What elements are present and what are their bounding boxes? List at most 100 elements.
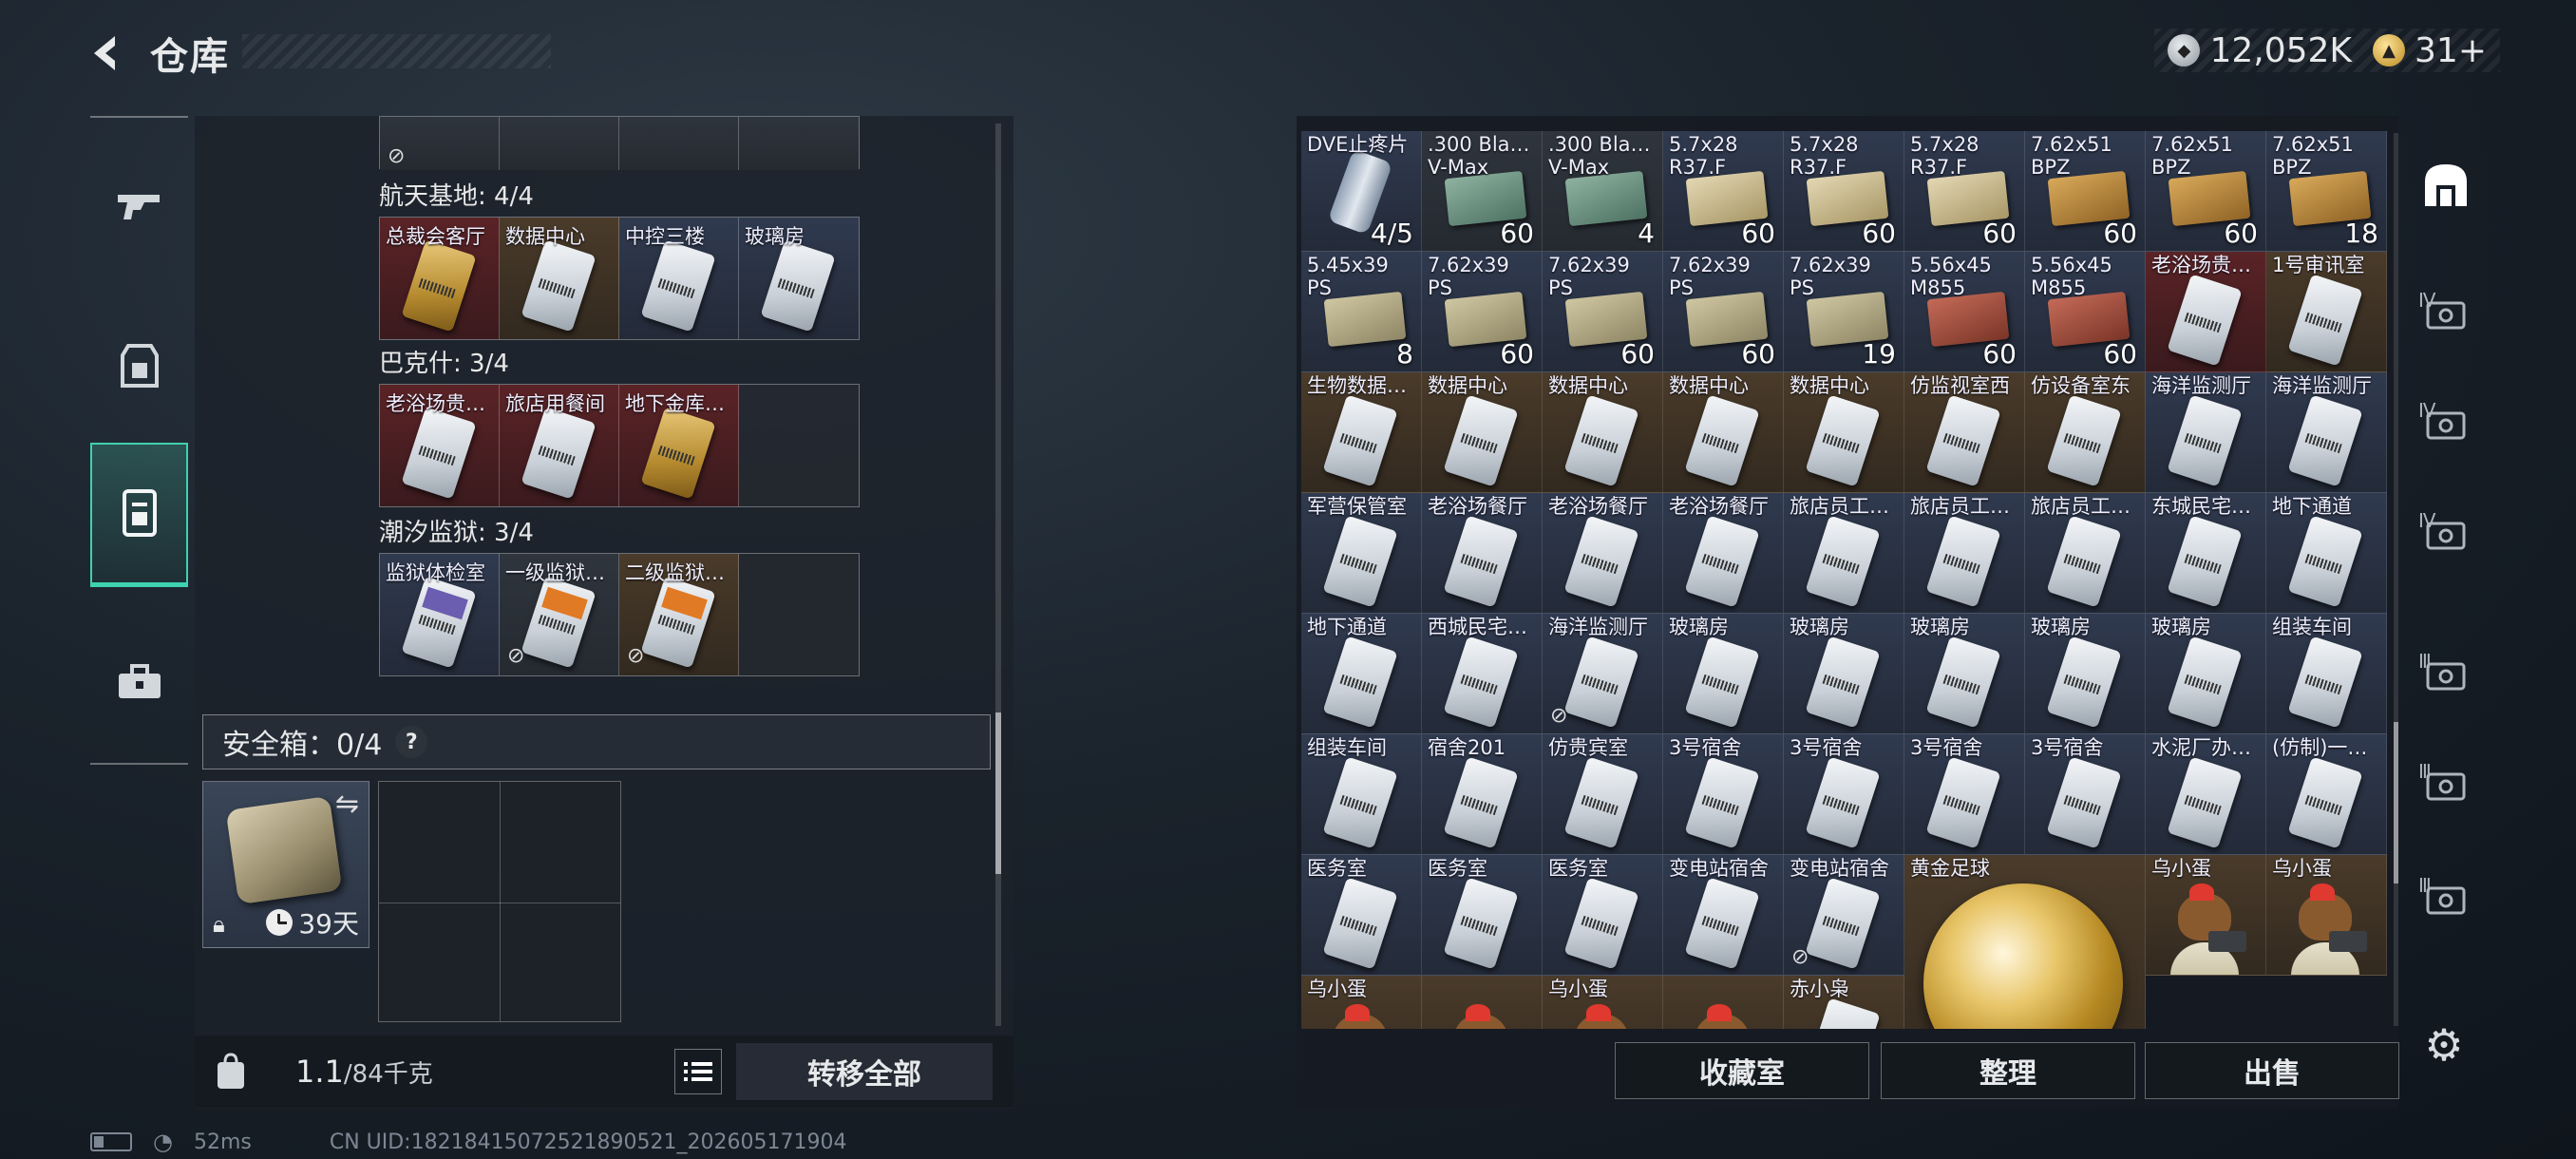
inventory-item[interactable]: 变电站宿舍 [1663, 855, 1784, 976]
inventory-item[interactable]: .300 Bla… V-Max 4 [1543, 131, 1663, 252]
inventory-item[interactable]: 乌小蛋 [2146, 855, 2266, 976]
collection-room-button[interactable]: 收藏室 [1615, 1042, 1869, 1099]
inventory-item[interactable]: DVE止疼片 4/5 [1301, 131, 1422, 252]
keycards-tab[interactable] [90, 443, 188, 587]
inventory-item[interactable]: 生物数据… [1301, 372, 1422, 493]
tier4-filter-2[interactable]: Ⅳ [2413, 393, 2479, 460]
storage-scrollbar[interactable] [995, 124, 1001, 1026]
inventory-item[interactable]: 乌小蛋 [2266, 855, 2387, 976]
inventory-item[interactable]: 5.45x39 PS 8 [1301, 252, 1422, 372]
inventory-item[interactable]: 7.62x39 PS 60 [1543, 252, 1663, 372]
inventory-item[interactable]: 5.7x28 R37.F 60 [1663, 131, 1784, 252]
inventory-item[interactable]: 玻璃房 [1663, 614, 1784, 734]
inventory-item[interactable]: 1号审讯室 [2266, 252, 2387, 372]
inventory-item[interactable]: 3号宿舍 [2025, 734, 2146, 855]
transfer-all-button[interactable]: 转移全部 [736, 1043, 993, 1100]
all-filter[interactable] [2413, 154, 2479, 220]
inventory-item[interactable]: 海洋监测厅 [2146, 372, 2266, 493]
gold-currency[interactable]: ▲ 31+ [2373, 31, 2487, 70]
keycard-slot[interactable]: 数据中心 [500, 218, 619, 339]
settings-gear-icon[interactable]: ⚙ [2417, 1018, 2471, 1072]
inventory-item[interactable]: 仿贵宾室 [1543, 734, 1663, 855]
inventory-item[interactable]: 7.62x39 PS 19 [1784, 252, 1904, 372]
inventory-item[interactable]: 医务室 [1422, 855, 1543, 976]
inventory-item[interactable]: 数据中心 [1784, 372, 1904, 493]
inventory-item[interactable]: 黄金足球 [1904, 855, 2146, 1029]
inventory-item[interactable]: 数据中心 [1663, 372, 1784, 493]
key-slot[interactable]: ⊘ [380, 117, 500, 170]
keycard-slot[interactable]: 玻璃房 [739, 218, 859, 339]
empty-slot[interactable] [739, 385, 859, 506]
inventory-item[interactable]: 乌小蛋 [1301, 976, 1422, 1029]
inventory-item[interactable]: 海洋监测厅 ⊘ [1543, 614, 1663, 734]
weapons-tab[interactable] [90, 156, 188, 260]
inventory-item[interactable]: 5.56x45 M855 60 [1904, 252, 2025, 372]
inventory-item[interactable]: 变电站宿舍 ⊘ [1784, 855, 1904, 976]
inventory-item[interactable]: 7.62x51 BPZ 60 [2146, 131, 2266, 252]
help-icon[interactable]: ? [395, 726, 428, 758]
inventory-item[interactable]: 3号宿舍 [1904, 734, 2025, 855]
inventory-item[interactable]: 3号宿舍 [1663, 734, 1784, 855]
safe-box-item[interactable]: ⇋ 🔒︎ 39天 [202, 781, 369, 948]
keycard-slot[interactable]: 旅店用餐间 [500, 385, 619, 506]
inventory-item[interactable]: (仿制)一… [2266, 734, 2387, 855]
inventory-item[interactable]: 医务室 [1301, 855, 1422, 976]
inventory-item[interactable]: 仿设备室东 [2025, 372, 2146, 493]
inventory-item[interactable]: 7.62x39 PS 60 [1663, 252, 1784, 372]
keycard-slot[interactable]: 一级监狱… ⊘ [500, 554, 619, 675]
inventory-item[interactable]: 数据中心 [1543, 372, 1663, 493]
tier3-filter-2[interactable]: Ⅲ [2413, 754, 2479, 821]
inventory-item[interactable]: 玻璃房 [1784, 614, 1904, 734]
inventory-item[interactable]: 西城民宅… [1422, 614, 1543, 734]
inventory-item[interactable]: 东城民宅… [2146, 493, 2266, 614]
inventory-item[interactable]: 乌小蛋 [1543, 976, 1663, 1029]
inventory-item[interactable]: 玻璃房 [1904, 614, 2025, 734]
tier4-filter-3[interactable]: Ⅳ [2413, 504, 2479, 570]
inventory-item[interactable]: 5.7x28 R37.F 60 [1904, 131, 2025, 252]
organize-button[interactable]: 整理 [1881, 1042, 2135, 1099]
keycard-slot[interactable]: 二级监狱… ⊘ [619, 554, 739, 675]
inventory-item[interactable]: 组装车间 [1301, 734, 1422, 855]
inventory-item[interactable]: 老浴场餐厅 [1543, 493, 1663, 614]
storage-scroll-thumb[interactable] [995, 712, 1001, 874]
silver-currency[interactable]: ◆ 12,052K [2168, 31, 2352, 70]
inventory-item[interactable]: 海洋监测厅 [2266, 372, 2387, 493]
inventory-item[interactable]: 旅店员工… [1784, 493, 1904, 614]
inventory-item[interactable]: 5.7x28 R37.F 60 [1784, 131, 1904, 252]
inventory-item[interactable]: 7.62x39 PS 60 [1422, 252, 1543, 372]
inventory-item[interactable]: 老浴场餐厅 [1663, 493, 1784, 614]
key-slot[interactable] [739, 117, 859, 170]
inventory-item[interactable]: 仿监视室西 [1904, 372, 2025, 493]
inventory-item[interactable]: 医务室 [1543, 855, 1663, 976]
equipment-tab[interactable] [90, 315, 188, 420]
tier3-filter-1[interactable]: Ⅲ [2413, 644, 2479, 711]
inventory-item[interactable]: 赤小枭 [1784, 976, 1904, 1029]
inventory-item[interactable]: 7.62x51 BPZ 18 [2266, 131, 2387, 252]
tier3-filter-3[interactable]: Ⅲ [2413, 868, 2479, 935]
inventory-item[interactable]: 宿舍201 [1422, 734, 1543, 855]
tier4-filter-1[interactable]: Ⅳ [2413, 283, 2479, 350]
inventory-scroll-thumb[interactable] [2394, 722, 2398, 884]
keycard-slot[interactable]: 中控三楼 [619, 218, 739, 339]
list-view-icon[interactable] [674, 1049, 722, 1094]
keycard-slot[interactable]: 监狱体检室 [380, 554, 500, 675]
inventory-item[interactable]: 旅店员工… [2025, 493, 2146, 614]
sell-button[interactable]: 出售 [2145, 1042, 2399, 1099]
empty-slot[interactable] [739, 554, 859, 675]
inventory-item[interactable]: 老浴场贵… [2146, 252, 2266, 372]
safe-box-empty-slots[interactable] [378, 781, 621, 1022]
items-tab[interactable] [90, 631, 188, 735]
swap-icon[interactable]: ⇋ [335, 788, 359, 821]
inventory-item[interactable]: 玻璃房 [2025, 614, 2146, 734]
inventory-item[interactable] [1422, 976, 1543, 1029]
inventory-item[interactable]: 玻璃房 [2146, 614, 2266, 734]
inventory-item[interactable]: 旅店员工… [1904, 493, 2025, 614]
keycard-slot[interactable]: 总裁会客厅 [380, 218, 500, 339]
inventory-item[interactable]: 组装车间 [2266, 614, 2387, 734]
key-slot[interactable] [500, 117, 619, 170]
inventory-item[interactable]: 5.56x45 M855 60 [2025, 252, 2146, 372]
inventory-scrollbar[interactable] [2394, 133, 2398, 1026]
inventory-item[interactable]: 老浴场餐厅 [1422, 493, 1543, 614]
inventory-item[interactable]: 水泥厂办… [2146, 734, 2266, 855]
inventory-item[interactable]: 数据中心 [1422, 372, 1543, 493]
